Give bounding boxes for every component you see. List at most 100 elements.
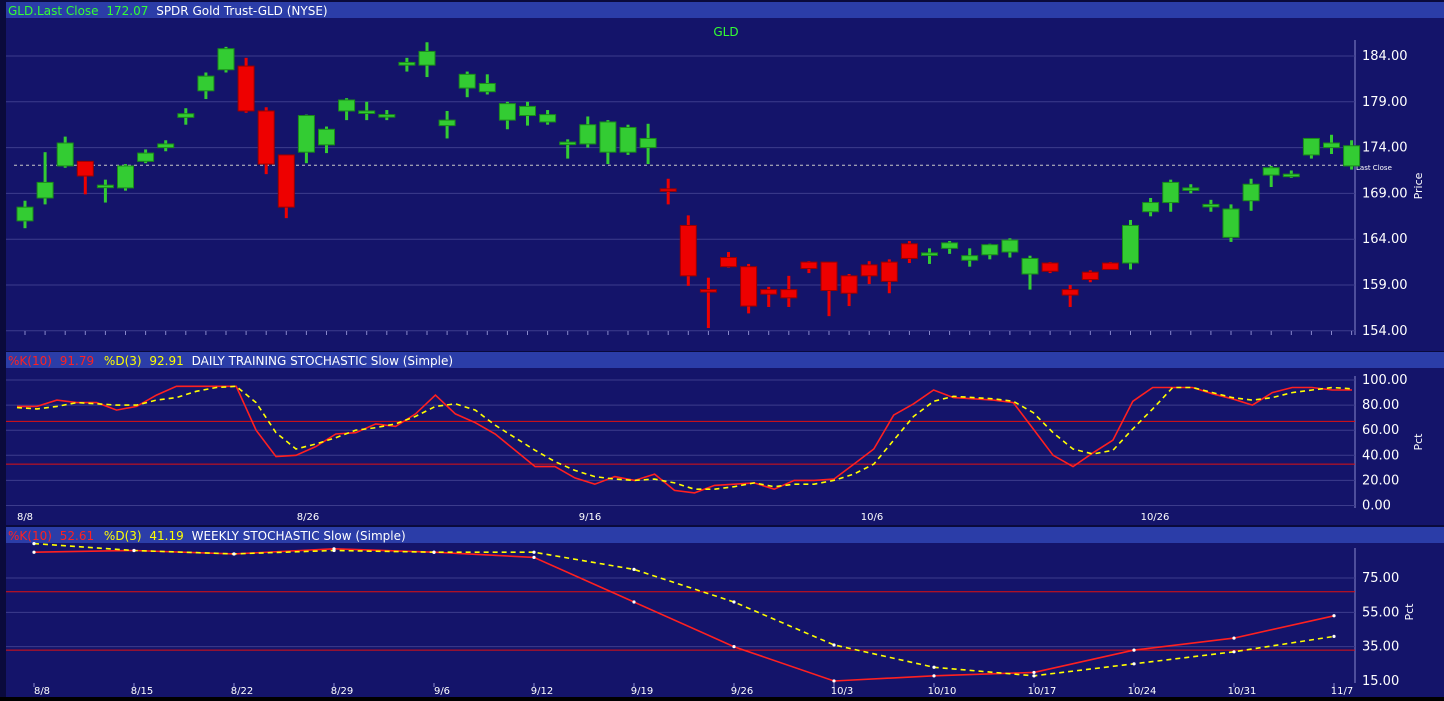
candle-body — [599, 121, 617, 153]
daily-tick-label: 0.00 — [1362, 499, 1391, 514]
weekly-tick-label: 15.00 — [1362, 674, 1399, 689]
candle-body — [800, 261, 818, 270]
price-panel-title: SPDR Gold Trust-GLD (NYSE) — [156, 4, 327, 18]
candle-body — [1343, 145, 1361, 167]
candle-body — [820, 261, 838, 291]
candle-body — [720, 257, 737, 268]
candle-body — [478, 82, 496, 93]
candle-body — [217, 48, 235, 71]
candlestick — [237, 57, 255, 113]
weekly-x-tick-label: 9/12 — [531, 686, 553, 697]
candle-body — [941, 242, 959, 249]
candle-body — [780, 289, 798, 299]
weekly-d-value: 41.19 — [149, 529, 183, 543]
candle-body — [157, 143, 175, 149]
daily-axis-title: Pct — [1412, 433, 1425, 451]
price-tick-label: 169.00 — [1362, 186, 1408, 201]
candle-body — [740, 266, 758, 307]
candle-body — [619, 126, 637, 153]
candle-body — [639, 137, 657, 149]
weekly-panel-title: WEEKLY STOCHASTIC Slow (Simple) — [192, 529, 406, 543]
weekly-data-point — [532, 555, 536, 559]
candle-body — [458, 73, 476, 89]
daily-tick-label: 60.00 — [1362, 423, 1399, 438]
daily-k-label: %K(10) — [8, 354, 52, 368]
daily-tick-label: 100.00 — [1362, 373, 1408, 388]
candle-body — [16, 206, 34, 222]
candlestick — [257, 107, 275, 175]
candle-body — [559, 141, 577, 146]
svg-text:GLD.Last Close 172.07: GLD.Last Close 172.07 SPDR Gold Trust-GL… — [8, 4, 328, 18]
chart-canvas: GLD.Last Close 172.07 SPDR Gold Trust-GL… — [0, 0, 1444, 697]
candle-body — [498, 103, 516, 121]
last-close-value: 172.07 — [106, 4, 148, 18]
candle-body — [137, 152, 155, 162]
candle-body — [1101, 262, 1119, 270]
candlestick — [217, 46, 235, 73]
candle-body — [257, 110, 275, 165]
weekly-x-tick-label: 10/10 — [928, 686, 957, 697]
candle-body — [900, 243, 918, 259]
candle-body — [76, 160, 94, 177]
weekly-tick-label: 35.00 — [1362, 640, 1399, 655]
weekly-data-point — [32, 542, 36, 546]
candle-body — [539, 114, 557, 123]
candle-body — [860, 264, 878, 277]
candlestick — [1122, 219, 1139, 270]
candle-body — [1302, 137, 1320, 156]
weekly-data-point — [732, 600, 736, 604]
candle-body — [981, 244, 999, 256]
candle-body — [56, 142, 74, 167]
weekly-data-point — [1032, 670, 1036, 675]
weekly-x-tick-label: 10/17 — [1028, 686, 1057, 697]
weekly-k-label: %K(10) — [8, 529, 52, 543]
weekly-tick-label: 75.00 — [1362, 571, 1399, 586]
price-tick-label: 154.00 — [1362, 324, 1408, 339]
candle-body — [338, 99, 356, 112]
candle-body — [297, 115, 315, 153]
svg-text:%K(10) 91.79 %D(3): %K(10) 91.79 %D(3) 92.91 DAILY TRAINING … — [8, 354, 453, 368]
weekly-x-tick-label: 9/6 — [434, 686, 450, 697]
weekly-k-value: 52.61 — [60, 529, 94, 543]
candle-body — [237, 65, 255, 112]
weekly-x-tick-label: 9/19 — [631, 686, 653, 697]
daily-x-tick-label: 8/8 — [17, 512, 33, 523]
weekly-stoch-panel — [6, 543, 1444, 697]
weekly-x-tick-label: 8/8 — [34, 686, 50, 697]
candlestick — [679, 215, 697, 286]
weekly-data-point — [1132, 662, 1136, 666]
daily-x-tick-label: 10/26 — [1141, 512, 1170, 523]
weekly-d-label: %D(3) — [104, 529, 142, 543]
daily-k-value: 91.79 — [60, 354, 94, 368]
candle-body — [96, 184, 114, 189]
candle-body — [438, 119, 456, 127]
daily-d-value: 92.91 — [149, 354, 183, 368]
weekly-x-tick-label: 10/31 — [1228, 686, 1257, 697]
candle-body — [1282, 173, 1300, 178]
daily-tick-label: 80.00 — [1362, 398, 1399, 413]
weekly-x-tick-label: 8/15 — [131, 686, 153, 697]
weekly-data-point — [1332, 614, 1336, 618]
daily-x-tick-label: 9/16 — [579, 512, 601, 523]
price-tick-label: 159.00 — [1362, 278, 1408, 293]
weekly-data-point — [532, 550, 536, 554]
candle-body — [318, 128, 335, 146]
candle-body — [1202, 203, 1220, 208]
weekly-x-tick-label: 8/29 — [331, 686, 353, 697]
weekly-data-point — [332, 548, 336, 553]
daily-x-tick-label: 8/26 — [297, 512, 319, 523]
weekly-data-point — [232, 552, 236, 556]
candle-body — [699, 289, 717, 293]
daily-d-label: %D(3) — [104, 354, 142, 368]
weekly-data-point — [832, 679, 836, 683]
weekly-data-point — [1132, 648, 1136, 652]
weekly-x-tick-label: 10/3 — [831, 686, 853, 697]
candle-body — [418, 50, 436, 66]
candle-body — [1061, 289, 1079, 296]
price-axis-title: Price — [1412, 172, 1425, 199]
chart-center-label: GLD — [713, 25, 738, 39]
weekly-data-point — [832, 643, 836, 647]
candle-body — [1242, 183, 1260, 202]
candle-body — [679, 224, 697, 277]
candle-body — [880, 261, 898, 282]
